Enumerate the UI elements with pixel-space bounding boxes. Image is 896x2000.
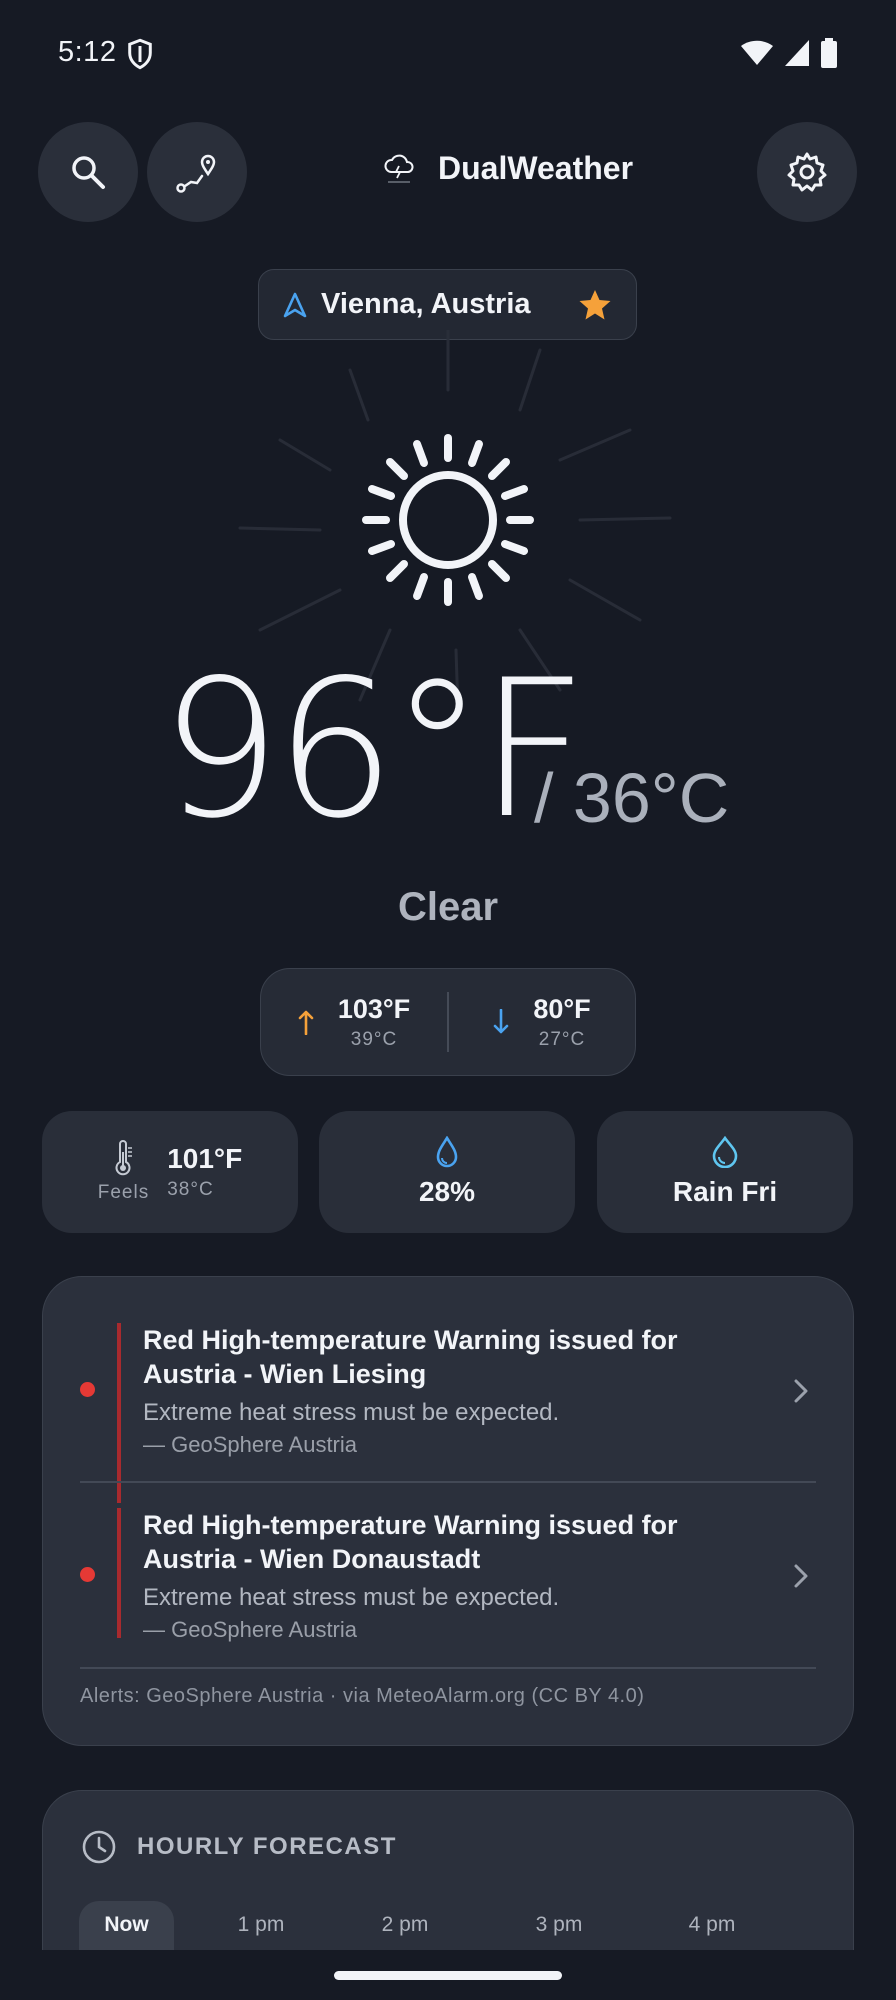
thermometer-icon — [116, 1140, 133, 1176]
location-name: Vienna, Austria — [321, 288, 531, 320]
settings-button[interactable] — [757, 122, 857, 222]
wifi-icon — [741, 40, 773, 65]
alert-item[interactable]: Red High-temperature Warning issued for … — [43, 1462, 855, 1647]
search-button[interactable] — [38, 122, 138, 222]
status-time: 5:12 — [58, 36, 117, 68]
battery-icon — [821, 38, 837, 68]
humidity-value: 28% — [418, 1176, 476, 1207]
current-temp-f: 96°F — [160, 639, 588, 860]
route-icon — [176, 154, 216, 193]
low-temp-c: 27°C — [538, 1028, 586, 1050]
alerts-attribution: Alerts: GeoSphere Austria · via MeteoAla… — [80, 1685, 645, 1707]
hourly-title: HOURLY FORECAST — [137, 1833, 397, 1860]
alert-title: Red High-temperature Warning issued for … — [143, 1510, 678, 1574]
rain-value: Rain Fri — [672, 1176, 778, 1207]
alert-description: Extreme heat stress must be expected. — [143, 1584, 560, 1611]
high-temp-group: 103°F 39°C — [261, 994, 447, 1051]
gear-icon — [787, 152, 827, 192]
search-icon — [72, 156, 105, 189]
status-icons — [740, 38, 838, 68]
alert-title: Red High-temperature Warning issued for … — [143, 1325, 678, 1389]
clock-icon — [82, 1830, 116, 1864]
alert-severity-dot — [80, 1567, 95, 1582]
current-condition: Clear — [397, 885, 499, 929]
high-temp-c: 39°C — [350, 1028, 398, 1050]
alert-description: Extreme heat stress must be expected. — [143, 1399, 560, 1426]
rain-tile[interactable]: Rain Fri — [597, 1111, 853, 1233]
location-arrow-icon — [283, 292, 307, 317]
route-button[interactable] — [147, 122, 247, 222]
alert-separator — [80, 1667, 816, 1669]
low-temp-group: 80°F 27°C — [449, 994, 635, 1051]
humidity-drop-icon — [436, 1136, 458, 1168]
chevron-right-icon — [794, 1564, 808, 1588]
app-logo-icon — [384, 154, 414, 182]
shield-icon — [128, 38, 152, 70]
arrow-down-icon — [494, 1009, 509, 1034]
feels-temp-c: 38°C — [167, 1179, 214, 1200]
cellular-icon — [785, 40, 809, 66]
alert-source: — GeoSphere Austria — [143, 1617, 358, 1642]
alert-item[interactable]: Red High-temperature Warning issued for … — [43, 1277, 855, 1503]
feels-temp-f: 101°F — [167, 1143, 243, 1174]
humidity-tile[interactable]: 28% — [319, 1111, 575, 1233]
app-title: DualWeather — [438, 150, 634, 186]
alert-severity-bar — [117, 1508, 121, 1638]
high-temp-f: 103°F — [337, 993, 411, 1024]
arrow-up-icon — [298, 1010, 314, 1035]
current-temp-c: / 36°C — [534, 759, 730, 837]
hourly-header: HOURLY FORECAST — [81, 1829, 397, 1865]
alert-source: — GeoSphere Austria — [143, 1432, 358, 1457]
alerts-card: Red High-temperature Warning issued for … — [42, 1276, 854, 1746]
feels-label: Feels — [97, 1182, 150, 1203]
alert-severity-dot — [80, 1382, 95, 1397]
favorite-star-icon[interactable] — [578, 289, 612, 321]
chevron-right-icon — [794, 1379, 808, 1403]
high-low-card: 103°F 39°C 80°F 27°C — [260, 968, 636, 1076]
rain-drop-icon — [712, 1136, 738, 1168]
app-title-group: DualWeather — [382, 150, 633, 187]
low-temp-f: 80°F — [533, 993, 591, 1024]
home-indicator[interactable] — [334, 1971, 562, 1980]
feels-like-tile[interactable]: Feels 101°F 38°C — [42, 1111, 298, 1233]
